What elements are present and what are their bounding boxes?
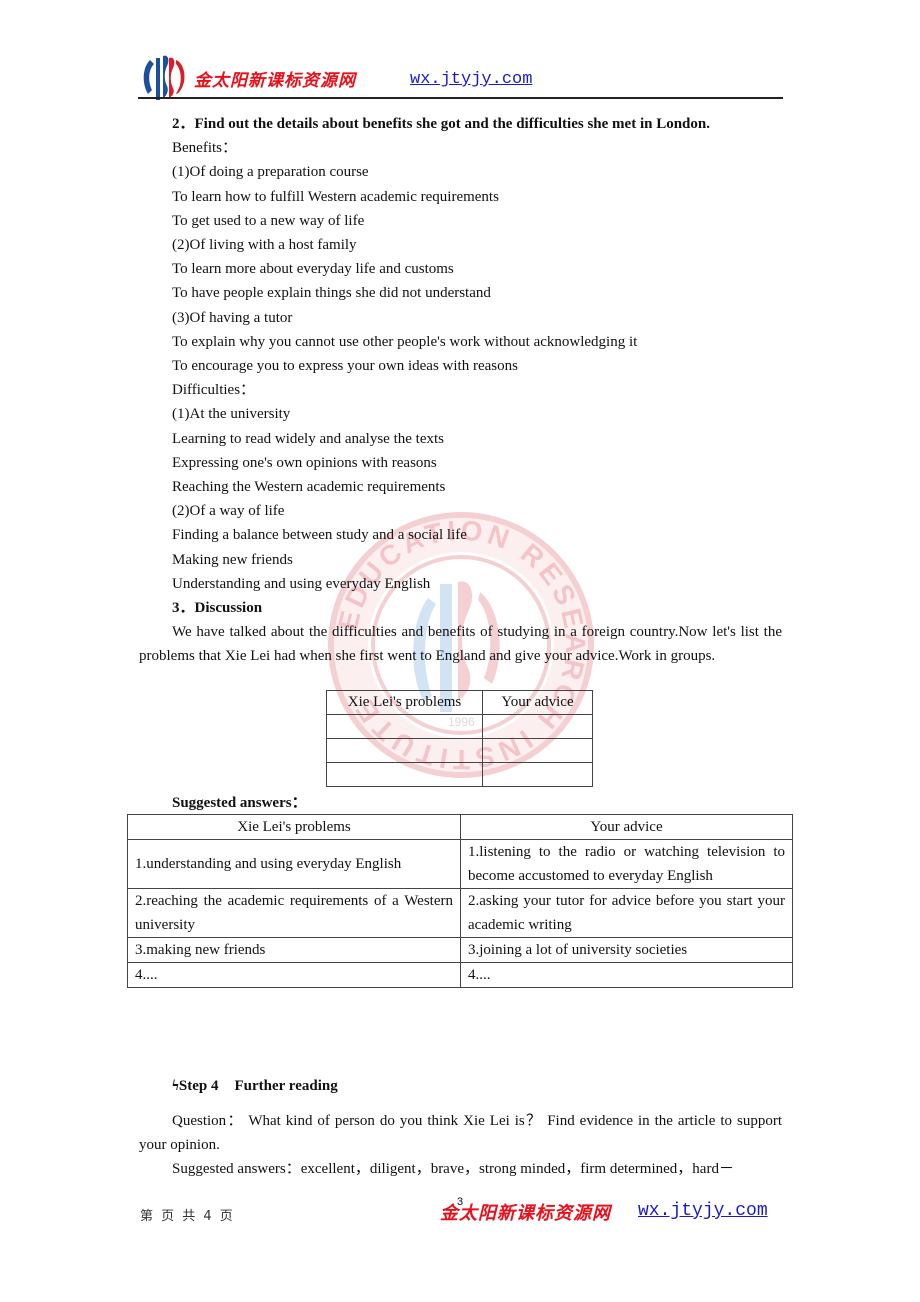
section2-number: 2． (172, 116, 195, 132)
table-row: 4.... 4.... (127, 962, 793, 988)
benefit-item: To learn how to fulfill Western academic… (172, 188, 499, 205)
table-row (326, 762, 593, 787)
section2-heading: 2．Find out the details about benefits sh… (139, 112, 782, 136)
section3-number: 3． (172, 600, 195, 617)
difficulty-item: (2)Of a way of life (172, 503, 285, 520)
table-cell (482, 738, 593, 763)
table-header-row: Xie Lei's problems Your advice (326, 690, 593, 715)
discussion-worksheet-table: Xie Lei's problems Your advice (326, 690, 593, 787)
step4-suggested-answers: Suggested answers：excellent，diligent，bra… (172, 1161, 734, 1177)
header-brand: 金太阳新课标资源网 (194, 71, 356, 91)
step4-question: Question： What kind of person do you thi… (139, 1113, 782, 1153)
page-count-text: 第 页 共 4 页 (140, 1209, 233, 1224)
section2-title: Find out the details about benefits she … (194, 116, 710, 132)
difficulty-item: Expressing one's own opinions with reaso… (172, 454, 437, 471)
benefit-item: To encourage you to express your own ide… (172, 358, 518, 375)
difficulty-item: (1)At the university (172, 406, 291, 423)
benefits-label: Benefits： (172, 140, 237, 157)
table-cell (326, 738, 483, 763)
difficulty-item: Reaching the Western academic requiremen… (172, 479, 446, 496)
suggested-answers-table: Xie Lei's problems Your advice 1.underst… (127, 814, 793, 988)
difficulty-item: Making new friends (172, 551, 293, 568)
document-body: 2．Find out the details about benefits sh… (139, 112, 782, 668)
advice-cell: 3.joining a lot of university societies (460, 937, 793, 963)
problem-cell: 4.... (127, 962, 461, 988)
discussion-paragraph: We have talked about the difficulties an… (139, 624, 782, 665)
benefit-item: To have people explain things she did no… (172, 285, 491, 302)
step4-section: ϟStep 4 Further reading Question： What ki… (139, 1074, 782, 1181)
problem-cell: 1.understanding and using everyday Engli… (127, 839, 461, 889)
benefit-item: To get used to a new way of life (172, 212, 365, 229)
step-marker-icon: ϟ (172, 1078, 179, 1094)
table-row: 3.making new friends 3.joining a lot of … (127, 937, 793, 963)
jtyjy-logo-icon (143, 55, 185, 100)
step4-heading: ϟStep 4 Further reading (139, 1074, 782, 1098)
footer-brand: 金太阳新课标资源网 (440, 1203, 611, 1224)
problem-cell: 3.making new friends (127, 937, 461, 963)
advice-cell: 1.listening to the radio or watching tel… (460, 839, 793, 889)
table-row (326, 738, 593, 763)
table-header-cell: Your advice (482, 690, 593, 715)
table-cell (326, 762, 483, 787)
table-header-cell: Xie Lei's problems (326, 690, 483, 715)
problem-cell: 2.reaching the academic requirements of … (127, 888, 461, 938)
benefit-item: To explain why you cannot use other peop… (172, 333, 638, 350)
table-row: 1.understanding and using everyday Engli… (127, 839, 793, 889)
table-row: 2.reaching the academic requirements of … (127, 888, 793, 938)
table-header-cell: Your advice (460, 814, 793, 840)
table-row (326, 714, 593, 739)
difficulty-item: Learning to read widely and analyse the … (172, 430, 444, 447)
table-cell (326, 714, 483, 739)
benefit-item: (3)Of having a tutor (172, 309, 293, 326)
difficulty-item: Finding a balance between study and a so… (172, 527, 467, 544)
suggested-answers-label: Suggested answers： (172, 795, 307, 811)
table-header-row: Xie Lei's problems Your advice (127, 814, 793, 840)
difficulty-item: Understanding and using everyday English (172, 575, 431, 592)
section3-title: Discussion (194, 600, 263, 617)
header-url-link[interactable]: wx.jtyjy.com (410, 70, 532, 89)
table-cell (482, 762, 593, 787)
difficulties-label: Difficulties： (172, 382, 256, 399)
benefit-item: To learn more about everyday life and cu… (172, 261, 454, 278)
section3-heading: 3．Discussion (139, 596, 782, 620)
advice-cell: 2.asking your tutor for advice before yo… (460, 888, 793, 938)
benefit-item: (1)Of doing a preparation course (172, 164, 369, 181)
step4-title: Further reading (234, 1078, 338, 1094)
advice-cell: 4.... (460, 962, 793, 988)
step4-label: Step 4 (178, 1078, 219, 1094)
page-header: 金太阳新课标资源网 wx.jtyjy.com (138, 48, 783, 100)
benefit-item: (2)Of living with a host family (172, 237, 357, 254)
table-header-cell: Xie Lei's problems (127, 814, 461, 840)
table-cell (482, 714, 593, 739)
header-divider (138, 97, 783, 99)
page-number: 3 (457, 1196, 464, 1208)
footer-url-link[interactable]: wx.jtyjy.com (638, 1201, 768, 1221)
